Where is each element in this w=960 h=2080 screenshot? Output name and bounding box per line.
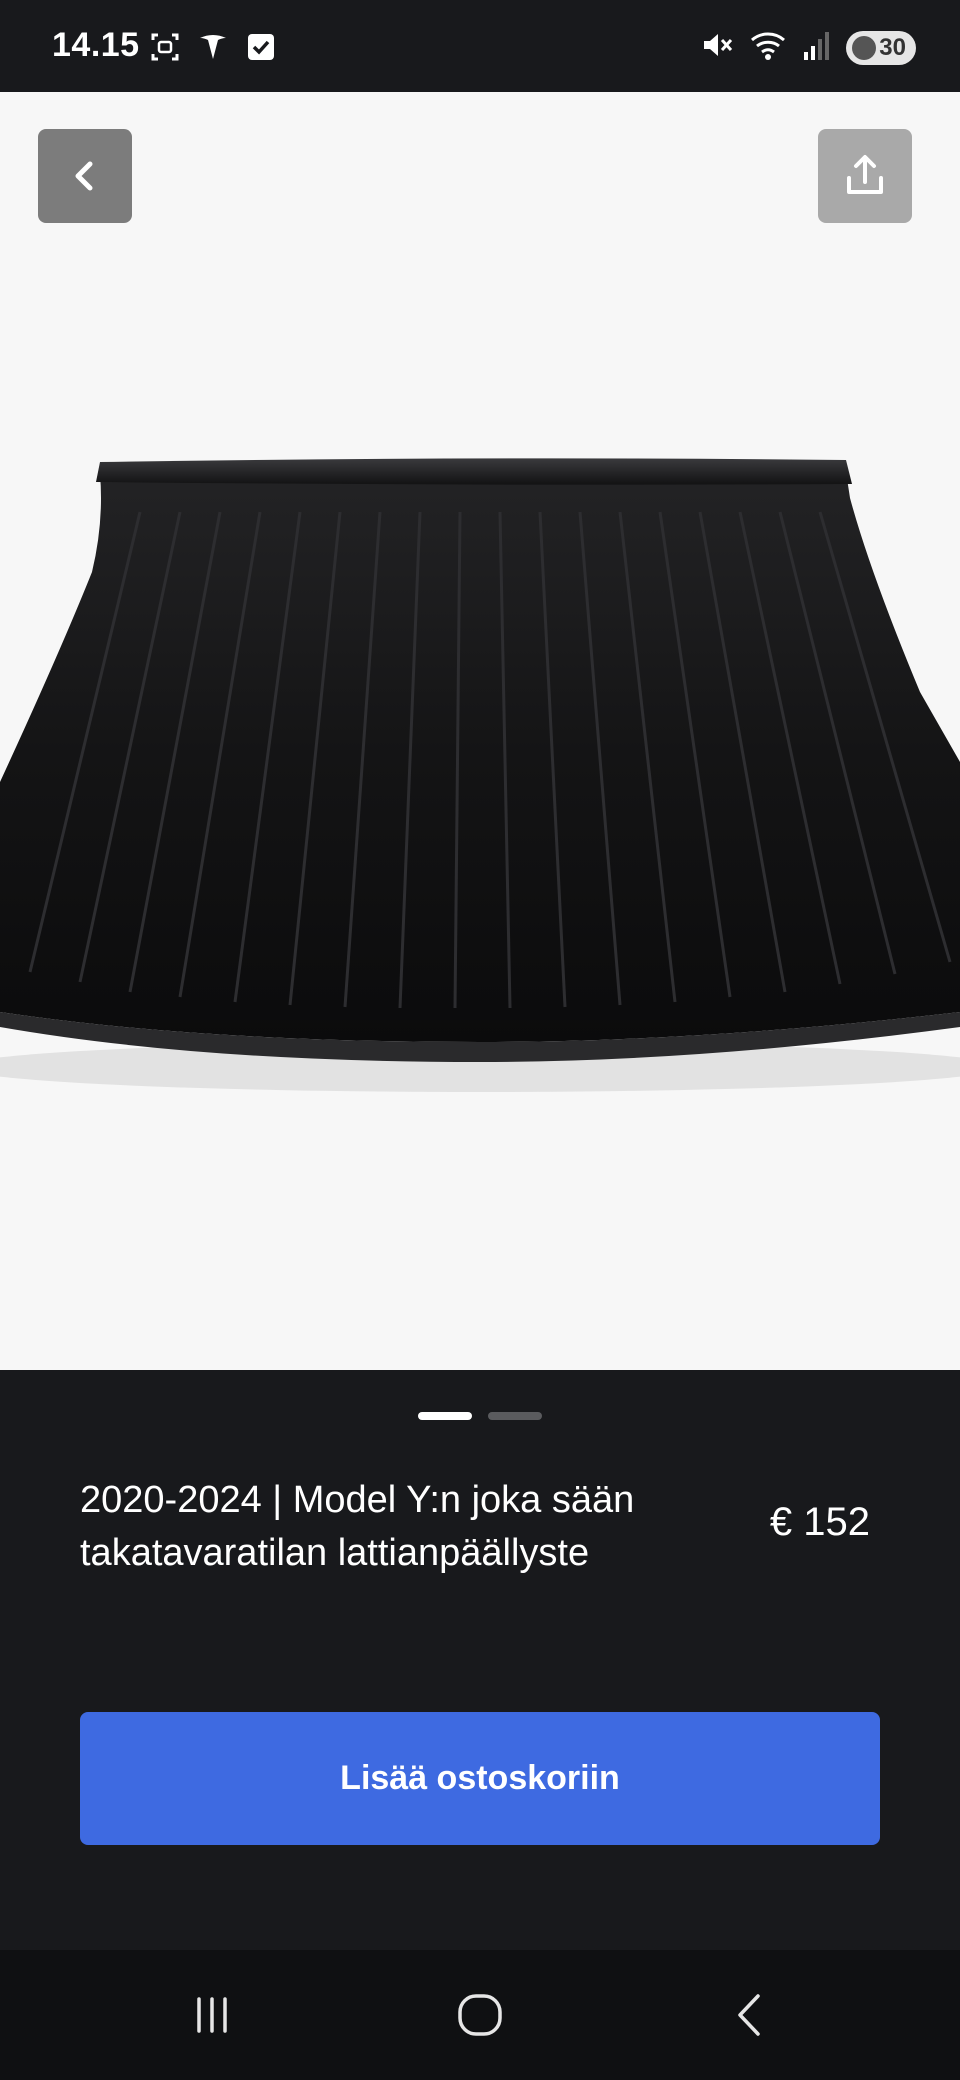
battery-saver-icon (852, 35, 876, 60)
share-icon (847, 155, 883, 194)
pagination-dot-2[interactable] (488, 1412, 542, 1420)
pagination-dot-1[interactable] (418, 1412, 472, 1420)
signal-icon (802, 28, 832, 67)
status-bar: 14.15 30 (0, 0, 960, 92)
share-button[interactable] (818, 129, 912, 223)
product-image-cargo-mat (0, 458, 960, 1092)
status-right-icons: 30 (700, 28, 916, 67)
add-to-cart-button[interactable]: Lisää ostoskoriin (80, 1712, 880, 1845)
product-image-gallery[interactable] (0, 92, 960, 1370)
status-time: 14.15 (52, 26, 140, 64)
product-title: 2020-2024 | Model Y:n joka sään takatava… (80, 1479, 635, 1574)
wifi-icon (748, 28, 788, 67)
back-arrow-icon (738, 1994, 760, 2036)
product-price: € 152 (769, 1500, 870, 1544)
gallery-pagination (0, 1412, 960, 1420)
mute-icon (700, 28, 734, 67)
recent-apps-button[interactable] (172, 1980, 252, 2050)
status-left-icons (148, 30, 278, 64)
system-nav-bar (0, 1950, 960, 2080)
battery-level: 30 (879, 33, 906, 61)
battery-indicator: 30 (846, 30, 916, 65)
recents-icon (197, 1997, 227, 2033)
home-icon (458, 1994, 502, 2036)
back-button[interactable] (38, 129, 132, 223)
home-button[interactable] (440, 1980, 520, 2050)
product-detail-screen: 14.15 30 2020-2024 | Model Y:n joka sään… (0, 0, 960, 2080)
screenshot-icon (148, 30, 182, 64)
system-back-button[interactable] (710, 1980, 790, 2050)
chevron-left-icon (75, 161, 93, 191)
tesla-logo-icon (196, 30, 230, 64)
product-info-panel: 2020-2024 | Model Y:n joka sään takatava… (0, 1370, 960, 1950)
checkbox-icon (244, 30, 278, 64)
